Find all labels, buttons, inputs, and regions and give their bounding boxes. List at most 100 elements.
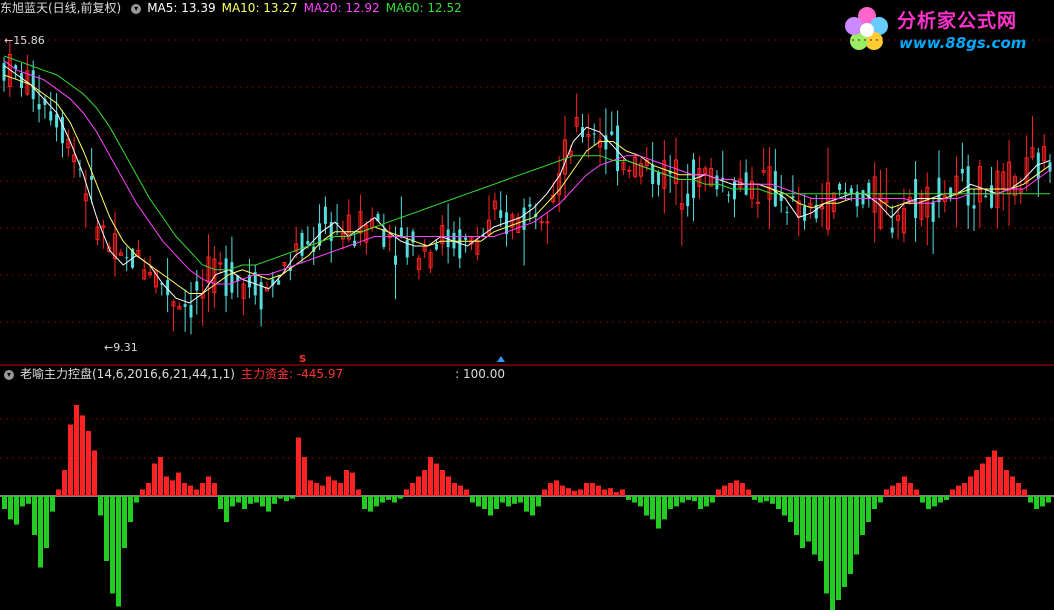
indicator-bar — [830, 496, 835, 610]
candle-body — [125, 257, 129, 259]
indicator-bar — [860, 496, 865, 535]
indicator-bar — [530, 496, 535, 516]
indicator-bar — [986, 457, 991, 496]
indicator-bar — [938, 496, 943, 503]
indicator-bar — [896, 483, 901, 496]
candle-body — [31, 70, 35, 100]
indicator-bar — [734, 480, 739, 496]
indicator-bar — [122, 496, 127, 548]
candle-body — [785, 211, 789, 213]
indicator-bar — [104, 496, 109, 561]
indicator-bar — [140, 489, 145, 496]
indicator-bar — [776, 496, 781, 509]
indicator-bar — [1034, 496, 1039, 509]
indicator-bar — [206, 476, 211, 496]
indicator-bar — [686, 496, 691, 500]
indicator-bar — [1022, 489, 1027, 496]
indicator-bar — [740, 483, 745, 496]
candle-body — [49, 111, 53, 121]
indicator-bar — [902, 476, 907, 496]
candle-body — [405, 239, 409, 258]
indicator-bar — [812, 496, 817, 555]
candle-body — [890, 227, 894, 233]
indicator-bar — [272, 496, 277, 504]
high-price-label: ←15.86 — [4, 34, 45, 47]
indicator-bar — [68, 424, 73, 496]
indicator-bar — [284, 496, 289, 502]
indicator-bar — [326, 476, 331, 496]
indicator-bar — [314, 483, 319, 496]
indicator-bar — [866, 496, 871, 522]
candle-body — [55, 114, 59, 128]
indicator-bar — [32, 496, 37, 535]
indicator-bar — [200, 483, 205, 496]
indicator-bar — [584, 483, 589, 496]
indicator-bar — [278, 496, 283, 499]
candle-body — [306, 240, 310, 245]
indicator-bar — [638, 496, 643, 507]
candle-body — [984, 195, 988, 198]
candle-body — [791, 196, 795, 199]
indicator-bar — [194, 489, 199, 496]
indicator-bar — [596, 485, 601, 496]
indicator-bar — [566, 488, 571, 496]
indicator-bar — [662, 496, 667, 520]
candle-body — [195, 281, 199, 291]
indicator-bar — [764, 496, 769, 502]
indicator-bar — [452, 483, 457, 496]
indicator-bar — [476, 496, 481, 507]
indicator-bar — [500, 496, 505, 503]
indicator-bar — [698, 496, 703, 509]
indicator-bar — [488, 496, 493, 516]
indicator-bar — [392, 496, 397, 503]
buy-marker-icon — [497, 356, 505, 362]
indicator-bar — [62, 470, 67, 496]
indicator-bar — [752, 496, 757, 500]
candle-body — [715, 175, 719, 190]
indicator-bar — [524, 496, 529, 512]
candle-body — [394, 255, 398, 265]
indicator-bar — [410, 483, 415, 496]
candle-body — [382, 228, 386, 247]
indicator-bar — [296, 437, 301, 496]
indicator-bar — [800, 496, 805, 548]
indicator-bar — [14, 496, 19, 525]
candle-body — [323, 206, 327, 224]
indicator-bar — [260, 496, 265, 507]
indicator-bar — [770, 496, 775, 504]
indicator-bar — [242, 496, 247, 509]
indicator-bar — [308, 480, 313, 496]
indicator-bar — [464, 489, 469, 496]
candle-body — [656, 172, 660, 185]
indicator-bar — [968, 476, 973, 496]
indicator-bar — [998, 457, 1003, 496]
candle-body — [60, 117, 64, 144]
candle-body — [183, 304, 187, 307]
indicator-bar — [176, 472, 181, 496]
indicator-bar — [254, 496, 259, 503]
indicator-bar — [212, 483, 217, 496]
indicator-bar — [932, 496, 937, 507]
indicator-bar — [590, 483, 595, 496]
indicator-bar — [416, 476, 421, 496]
sell-marker: S — [299, 354, 306, 365]
indicator-bar — [614, 492, 619, 496]
indicator-bar — [644, 496, 649, 516]
indicator-bar — [716, 489, 721, 496]
candle-body — [773, 171, 777, 207]
ma-line-ma5 — [3, 65, 1051, 304]
indicator-bar — [170, 480, 175, 496]
indicator-bar — [86, 431, 91, 496]
indicator-bar — [608, 488, 613, 496]
indicator-bar — [266, 496, 271, 512]
indicator-bar — [290, 496, 295, 499]
indicator-bar — [974, 470, 979, 496]
candle-body — [838, 183, 842, 190]
indicator-bar — [368, 496, 373, 512]
indicator-bar — [356, 489, 361, 496]
indicator-bar — [98, 496, 103, 516]
indicator-bar — [674, 496, 679, 507]
indicator-bar — [1028, 496, 1033, 503]
candle-body — [616, 125, 620, 172]
indicator-bar — [632, 496, 637, 503]
